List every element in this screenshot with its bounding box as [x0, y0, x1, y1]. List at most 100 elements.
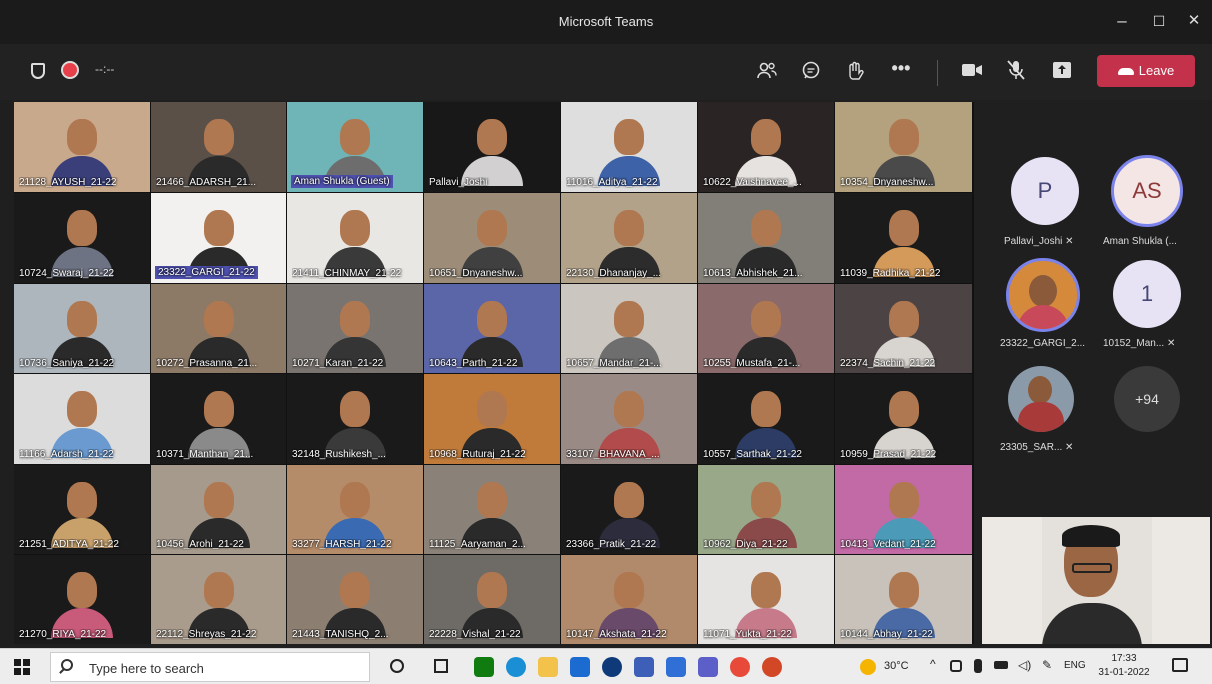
cortana-icon[interactable] [390, 659, 404, 673]
task-view-icon[interactable] [434, 659, 448, 673]
avatar-pallavi[interactable]: P [1011, 157, 1079, 225]
participant-name: 10354_Dnyaneshw... [840, 177, 934, 188]
participant-tile[interactable]: 10657_Mandar_21-... [561, 284, 697, 373]
minimize-button[interactable]: – [1111, 10, 1133, 32]
weather-icon[interactable] [860, 659, 876, 675]
participant-tile[interactable]: 10959_Prasad_21-22 [835, 374, 972, 464]
participant-tile[interactable]: 11166_Adarsh_21-22 [14, 374, 150, 464]
notifications-icon[interactable] [1172, 658, 1188, 672]
participant-tile[interactable]: 10147_Akshata_21-22 [561, 555, 697, 644]
edge-icon[interactable] [506, 657, 526, 677]
participant-tile[interactable]: 11016_Aditya_21-22 [561, 102, 697, 192]
chat-button[interactable] [798, 60, 824, 88]
participant-tile[interactable]: 33277_HARSH_21-22 [287, 465, 423, 554]
windows-start-icon[interactable] [14, 659, 30, 675]
participant-tile[interactable]: 11071_Yukta_21-22 [698, 555, 834, 644]
participant-tile[interactable]: 21128_AYUSH_21-22 [14, 102, 150, 192]
participant-tile[interactable]: 21251_ADITYA_21-22 [14, 465, 150, 554]
participant-tile[interactable]: 10557_Sarthak_21-22 [698, 374, 834, 464]
participant-tile[interactable]: 33107_BHAVANA_... [561, 374, 697, 464]
clock[interactable]: 17:33 31-01-2022 [1098, 652, 1150, 680]
participant-tile[interactable]: 11125_Aaryaman_2... [424, 465, 560, 554]
participant-tile[interactable]: 21443_TANISHQ_2... [287, 555, 423, 644]
participant-name: 10371_Manthan_21... [156, 449, 254, 460]
participant-name: 10968_Ruturaj_21-22 [429, 449, 526, 460]
participant-tile[interactable]: 23322_GARGI_21-22 [151, 193, 286, 283]
avatar-aman[interactable]: AS [1111, 155, 1183, 227]
avatar-gargi[interactable] [1006, 258, 1080, 332]
more-options-icon[interactable]: ••• [888, 58, 914, 78]
participant-name: 22374_Sachin_21-22 [840, 358, 936, 369]
participant-tile[interactable]: 10613_Abhishek_21... [698, 193, 834, 283]
participant-face [751, 481, 781, 518]
avatar-man[interactable]: 1 [1113, 260, 1181, 328]
participant-tile[interactable]: 22130_Dhananjay_... [561, 193, 697, 283]
title-bar: Microsoft Teams – ☐ ✕ [0, 0, 1212, 44]
chat-icon [802, 61, 820, 79]
mic-muted-icon: ✕ [1166, 338, 1176, 349]
participant-tile[interactable]: 10622_Vaishnavee_... [698, 102, 834, 192]
participant-tile[interactable]: 10255_Mustafa_21-... [698, 284, 834, 373]
participant-tile[interactable]: 22228_Vishal_21-22 [424, 555, 560, 644]
xbox-icon[interactable] [474, 657, 494, 677]
app-icon[interactable] [634, 657, 654, 677]
reactions-button[interactable] [842, 60, 868, 88]
battery-icon[interactable] [974, 659, 982, 673]
people-icon [757, 62, 777, 79]
participant-tile[interactable]: Aman Shukla (Guest) [287, 102, 423, 192]
mic-button[interactable] [1003, 59, 1029, 87]
language-indicator[interactable]: ENG [1064, 660, 1086, 671]
participant-name: 10613_Abhishek_21... [703, 268, 803, 279]
store-icon[interactable] [570, 657, 590, 677]
participant-tile[interactable]: 10272_Prasanna_21... [151, 284, 286, 373]
mic-muted-icon: ✕ [1065, 236, 1074, 247]
network-icon[interactable] [994, 661, 1008, 669]
meeting-timer: --:-- [95, 62, 115, 76]
participant-tile[interactable]: 32148_Rushikesh_... [287, 374, 423, 464]
participant-tile[interactable]: 10736_Saniya_21-22 [14, 284, 150, 373]
participant-tile[interactable]: 10724_Swaraj_21-22 [14, 193, 150, 283]
share-screen-button[interactable] [1049, 61, 1075, 85]
taskbar-search-input[interactable]: Type here to search [50, 652, 370, 682]
participants-button[interactable] [754, 61, 780, 87]
mic-muted-icon [1007, 60, 1025, 80]
participant-tile[interactable]: 10271_Karan_21-22 [287, 284, 423, 373]
leave-button[interactable]: Leave [1097, 55, 1195, 87]
participant-tile[interactable]: 10651_Dnyaneshw... [424, 193, 560, 283]
participant-name: 10643_Parth_21-22 [429, 358, 518, 369]
close-button[interactable]: ✕ [1183, 10, 1205, 32]
overflow-count-button[interactable]: +94 [1114, 366, 1180, 432]
file-explorer-icon[interactable] [538, 657, 558, 677]
participant-tile[interactable]: 21270_RIYA_21-22 [14, 555, 150, 644]
chrome-icon[interactable] [730, 657, 750, 677]
powerpoint-icon[interactable] [762, 657, 782, 677]
teams-icon[interactable] [698, 657, 718, 677]
participant-face [203, 571, 234, 608]
app-icon[interactable] [666, 657, 686, 677]
participant-tile[interactable]: 10968_Ruturaj_21-22 [424, 374, 560, 464]
volume-icon[interactable]: ◁) [1018, 658, 1031, 672]
participant-name: 11039_Radhika_21-22 [840, 268, 941, 279]
avatar-sar[interactable] [1008, 366, 1074, 432]
maximize-button[interactable]: ☐ [1148, 10, 1170, 32]
participant-tile[interactable]: Pallavi_Joshi [424, 102, 560, 192]
tray-icon[interactable] [950, 660, 962, 672]
pen-icon[interactable]: ✎ [1042, 658, 1052, 672]
participant-tile[interactable]: 22374_Sachin_21-22 [835, 284, 972, 373]
app-icon[interactable] [602, 657, 622, 677]
participant-tile[interactable]: 21466_ADARSH_21... [151, 102, 286, 192]
participant-tile[interactable]: 10371_Manthan_21... [151, 374, 286, 464]
participant-tile[interactable]: 10413_Vedant_21-22 [835, 465, 972, 554]
participant-tile[interactable]: 10962_Diya_21-22 [698, 465, 834, 554]
participant-tile[interactable]: 10456_Arohi_21-22 [151, 465, 286, 554]
participant-tile[interactable]: 21411_CHINMAY_21-22 [287, 193, 423, 283]
participant-tile[interactable]: 23366_Pratik_21-22 [561, 465, 697, 554]
chevron-up-icon[interactable]: ^ [930, 657, 936, 671]
participant-tile[interactable]: 10144_Abhay_21-22 [835, 555, 972, 644]
participant-tile[interactable]: 11039_Radhika_21-22 [835, 193, 972, 283]
participant-tile[interactable]: 10643_Parth_21-22 [424, 284, 560, 373]
participant-tile[interactable]: 22112_Shreyas_21-22 [151, 555, 286, 644]
leave-label: Leave [1138, 63, 1175, 78]
participant-tile[interactable]: 10354_Dnyaneshw... [835, 102, 972, 192]
camera-button[interactable] [959, 62, 985, 84]
